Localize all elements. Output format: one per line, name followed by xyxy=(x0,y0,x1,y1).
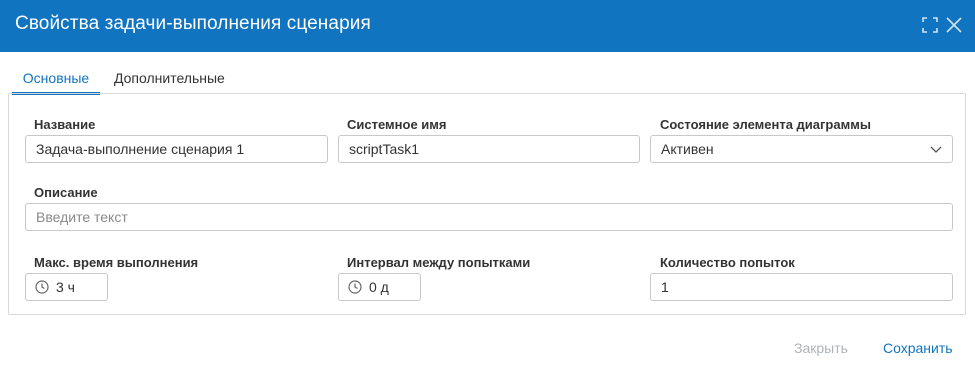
description-label: Описание xyxy=(34,185,98,200)
name-input[interactable]: Задача-выполнение сценария 1 xyxy=(25,135,328,163)
max-time-value: 3 ч xyxy=(56,279,75,295)
max-time-label: Макс. время выполнения xyxy=(34,255,199,270)
description-input[interactable]: Введите текст xyxy=(25,203,953,231)
tab-basic[interactable]: Основные xyxy=(12,66,100,95)
chevron-down-icon xyxy=(930,146,942,153)
close-button[interactable]: Закрыть xyxy=(794,340,848,356)
clock-icon xyxy=(35,280,49,294)
clock-icon xyxy=(348,280,362,294)
retry-count-input[interactable]: 1 xyxy=(650,273,953,301)
retry-interval-value: 0 д xyxy=(369,279,389,295)
system-name-value: scriptTask1 xyxy=(349,141,420,157)
max-time-input[interactable]: 3 ч xyxy=(25,273,108,301)
retry-interval-input[interactable]: 0 д xyxy=(338,273,421,301)
description-placeholder: Введите текст xyxy=(36,209,128,225)
tab-additional[interactable]: Дополнительные xyxy=(114,66,225,92)
close-icon[interactable] xyxy=(945,16,963,34)
state-label: Состояние элемента диаграммы xyxy=(660,117,871,132)
system-name-input[interactable]: scriptTask1 xyxy=(338,135,640,163)
save-button[interactable]: Сохранить xyxy=(883,340,953,356)
retry-count-value: 1 xyxy=(661,279,669,295)
system-name-label: Системное имя xyxy=(347,117,447,132)
name-label: Название xyxy=(34,117,96,132)
expand-icon[interactable] xyxy=(921,16,939,34)
form-panel: Название Задача-выполнение сценария 1 Си… xyxy=(8,93,966,315)
dialog-title: Свойства задачи-выполнения сценария xyxy=(15,13,371,34)
name-value: Задача-выполнение сценария 1 xyxy=(36,141,245,157)
state-value: Активен xyxy=(661,141,714,157)
dialog-header: Свойства задачи-выполнения сценария xyxy=(0,0,975,52)
task-properties-dialog: Свойства задачи-выполнения сценария Осно… xyxy=(0,0,975,368)
retry-count-label: Количество попыток xyxy=(660,255,795,270)
retry-interval-label: Интервал между попытками xyxy=(347,255,531,270)
state-select[interactable]: Активен xyxy=(650,135,953,163)
